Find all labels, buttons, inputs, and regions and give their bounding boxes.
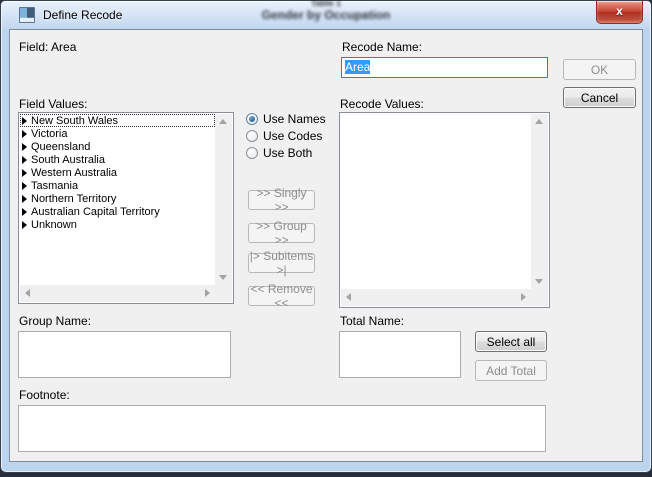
list-item[interactable]: Queensland xyxy=(20,140,215,153)
subitems-button[interactable]: |> Subitems >| xyxy=(248,253,315,273)
vertical-scrollbar[interactable] xyxy=(215,114,232,285)
scroll-left-icon[interactable] xyxy=(25,289,30,297)
radio-use-both[interactable]: Use Both xyxy=(246,144,326,161)
field-values-listbox[interactable]: New South WalesVictoriaQueenslandSouth A… xyxy=(18,112,234,304)
scrollbar-corner xyxy=(531,289,548,306)
app-icon xyxy=(19,7,35,23)
list-item[interactable]: Unknown xyxy=(20,218,215,231)
list-item[interactable]: Northern Territory xyxy=(20,192,215,205)
recode-values-list xyxy=(341,114,531,289)
radio-icon xyxy=(246,130,258,142)
item-label: Australian Capital Territory xyxy=(31,206,160,218)
scroll-up-icon[interactable] xyxy=(535,119,543,124)
field-label: Field: Area xyxy=(19,40,76,54)
item-triangle-icon xyxy=(22,208,27,216)
footnote-input[interactable] xyxy=(18,405,546,452)
cancel-button[interactable]: Cancel xyxy=(563,87,636,108)
title-bar[interactable]: Table 1 Gender by Occupation Define Reco… xyxy=(1,1,651,29)
item-label: New South Wales xyxy=(31,115,118,127)
scroll-down-icon[interactable] xyxy=(219,275,227,280)
item-label: Queensland xyxy=(31,141,90,153)
select-all-button[interactable]: Select all xyxy=(475,331,547,352)
group-name-input[interactable] xyxy=(18,331,231,378)
group-button[interactable]: >> Group >> xyxy=(248,223,315,243)
item-label: Tasmania xyxy=(31,180,78,192)
scroll-left-icon[interactable] xyxy=(346,293,351,301)
radio-icon xyxy=(246,113,258,125)
item-triangle-icon xyxy=(22,156,27,164)
item-triangle-icon xyxy=(22,221,27,229)
field-values-list: New South WalesVictoriaQueenslandSouth A… xyxy=(20,114,215,285)
list-item[interactable]: Tasmania xyxy=(20,179,215,192)
scroll-right-icon[interactable] xyxy=(521,293,526,301)
use-names-codes-radio-group: Use Names Use Codes Use Both xyxy=(246,110,326,161)
item-triangle-icon xyxy=(22,195,27,203)
recode-values-listbox[interactable] xyxy=(339,112,550,308)
item-triangle-icon xyxy=(22,182,27,190)
close-button[interactable]: x xyxy=(596,1,643,24)
remove-button[interactable]: << Remove << xyxy=(248,286,315,306)
group-name-label: Group Name: xyxy=(19,314,91,328)
scroll-up-icon[interactable] xyxy=(219,119,227,124)
ok-button[interactable]: OK xyxy=(563,59,636,80)
item-triangle-icon xyxy=(22,143,27,151)
list-item[interactable]: Australian Capital Territory xyxy=(20,205,215,218)
item-triangle-icon xyxy=(22,117,27,125)
recode-values-label: Recode Values: xyxy=(340,97,424,111)
radio-use-codes[interactable]: Use Codes xyxy=(246,127,326,144)
scroll-right-icon[interactable] xyxy=(205,289,210,297)
item-label: South Australia xyxy=(31,154,105,166)
item-triangle-icon xyxy=(22,130,27,138)
recode-name-label: Recode Name: xyxy=(342,40,422,54)
horizontal-scrollbar[interactable] xyxy=(341,289,531,306)
scroll-down-icon[interactable] xyxy=(535,279,543,284)
list-item[interactable]: New South Wales xyxy=(20,114,215,127)
footnote-label: Footnote: xyxy=(19,388,70,402)
list-item[interactable]: Victoria xyxy=(20,127,215,140)
define-recode-dialog: Table 1 Gender by Occupation Define Reco… xyxy=(0,0,652,473)
horizontal-scrollbar[interactable] xyxy=(20,285,215,302)
recode-name-input[interactable]: Area xyxy=(341,57,548,78)
window-title: Define Recode xyxy=(43,8,122,22)
total-name-label: Total Name: xyxy=(340,314,404,328)
item-label: Western Australia xyxy=(31,167,117,179)
item-label: Northern Territory xyxy=(31,193,116,205)
radio-use-names[interactable]: Use Names xyxy=(246,110,326,127)
dialog-client-area: Field: Area Recode Name: Area OK Cancel … xyxy=(9,29,643,462)
list-item[interactable]: Western Australia xyxy=(20,166,215,179)
selected-text: Area xyxy=(345,60,370,74)
item-label: Victoria xyxy=(31,128,67,140)
total-name-input[interactable] xyxy=(339,331,461,378)
scrollbar-corner xyxy=(215,285,232,302)
field-values-label: Field Values: xyxy=(19,97,87,111)
radio-label: Use Both xyxy=(263,146,312,160)
vertical-scrollbar[interactable] xyxy=(531,114,548,289)
add-total-button[interactable]: Add Total xyxy=(475,360,547,381)
list-item[interactable]: South Australia xyxy=(20,153,215,166)
radio-icon xyxy=(246,147,258,159)
screen: Table 1 Gender by Occupation Define Reco… xyxy=(0,0,652,477)
radio-label: Use Codes xyxy=(263,129,322,143)
singly-button[interactable]: >> Singly >> xyxy=(248,190,315,210)
item-label: Unknown xyxy=(31,219,77,231)
radio-label: Use Names xyxy=(263,112,326,126)
item-triangle-icon xyxy=(22,169,27,177)
